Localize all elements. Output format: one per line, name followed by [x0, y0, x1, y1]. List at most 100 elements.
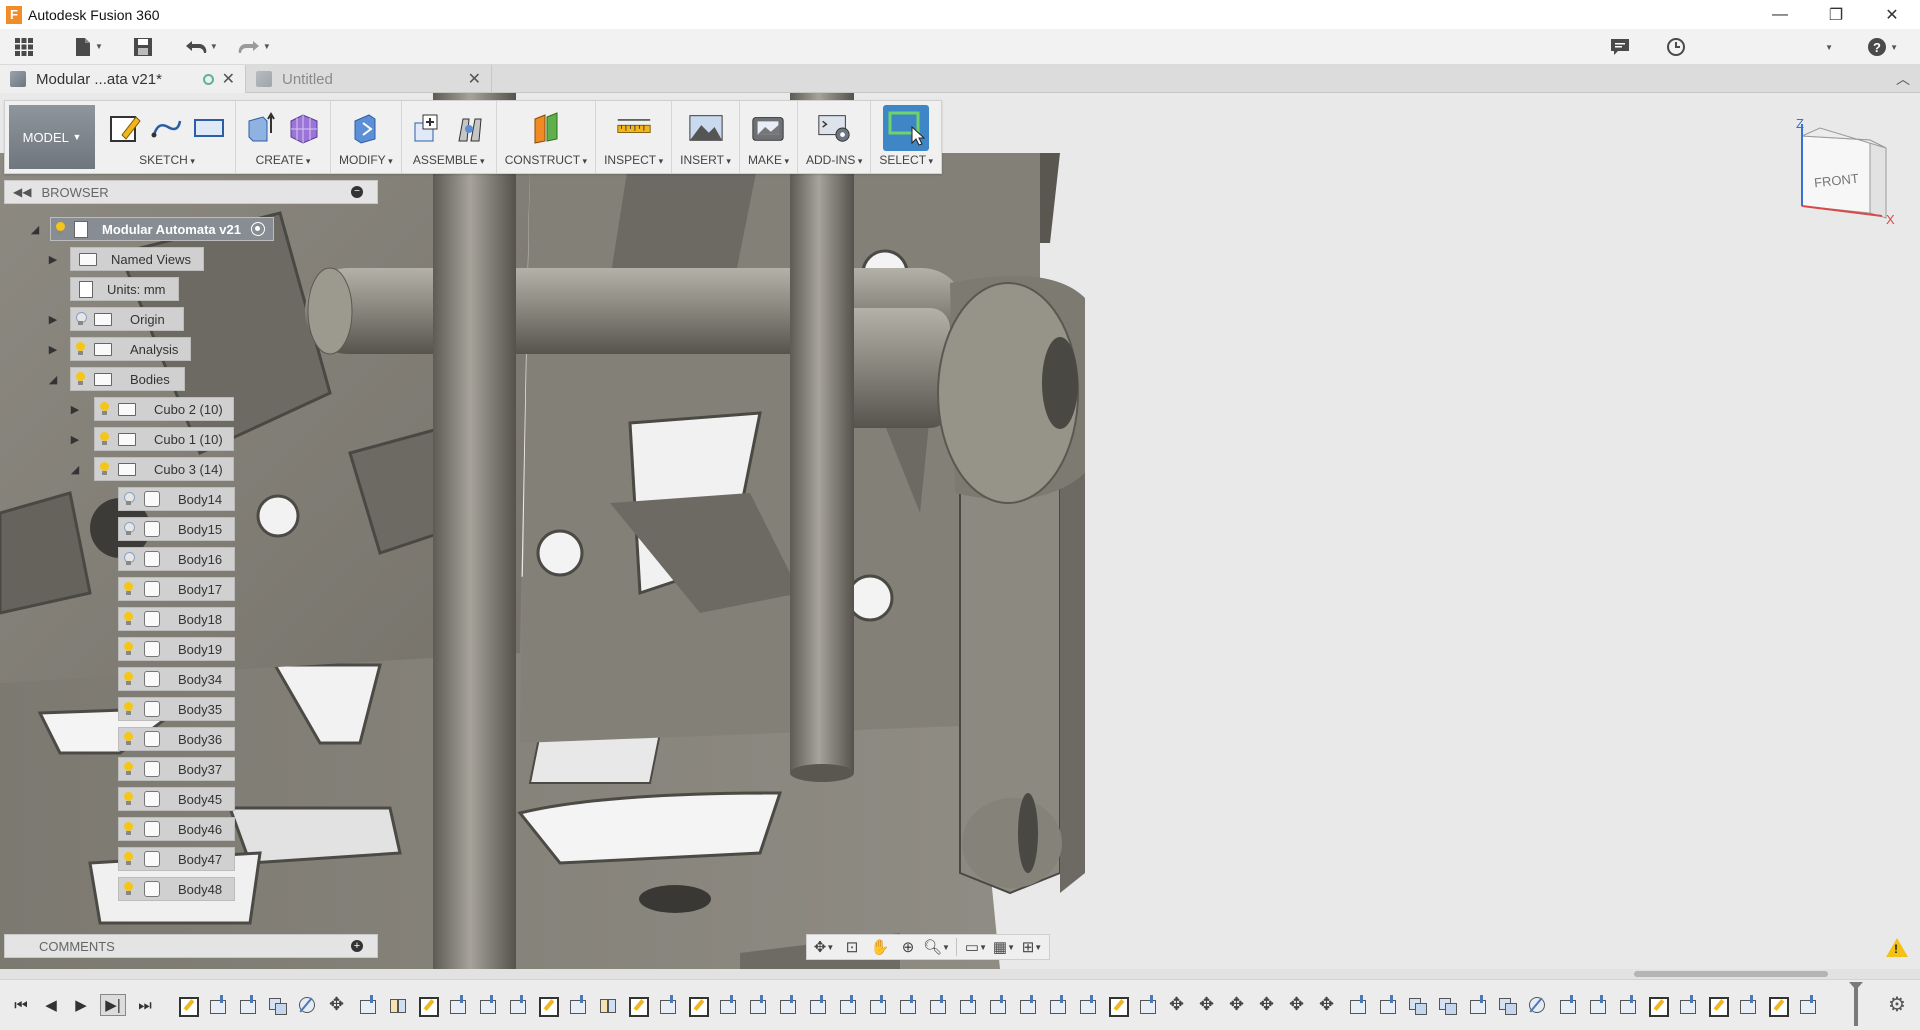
sketch-group[interactable]: SKETCH	[99, 101, 236, 173]
joint-icon[interactable]	[452, 110, 488, 146]
timeline-extrude-icon[interactable]	[356, 994, 380, 1016]
inspect-menu-label[interactable]: INSPECT	[604, 153, 663, 167]
tree-item-bodies[interactable]: ◢ Bodies	[46, 366, 185, 392]
visibility-bulb-icon[interactable]	[123, 522, 135, 536]
create-menu-label[interactable]: CREATE	[256, 153, 311, 167]
visibility-bulb-icon[interactable]	[123, 582, 134, 596]
visibility-bulb-icon[interactable]	[55, 222, 66, 236]
select-menu-label[interactable]: SELECT	[879, 153, 933, 167]
timeline-split-icon[interactable]	[296, 994, 320, 1016]
step-back-button[interactable]: ◀	[38, 994, 64, 1016]
tree-item-units[interactable]: Units: mm	[70, 276, 179, 302]
collapsed-icon[interactable]: ▶	[46, 343, 60, 356]
pan-button[interactable]: ✋	[867, 936, 893, 958]
tree-item-body[interactable]: Body47	[118, 846, 236, 872]
create-group[interactable]: CREATE	[236, 101, 331, 173]
timeline-sketch-icon[interactable]	[1766, 994, 1790, 1017]
assemble-menu-label[interactable]: ASSEMBLE	[413, 153, 485, 167]
expanded-icon[interactable]: ◢	[68, 463, 82, 476]
visibility-bulb-icon[interactable]	[75, 312, 87, 326]
add-ins-group[interactable]: ADD-INS	[798, 101, 872, 173]
fit-button[interactable]: 🔍︎ ▼	[923, 936, 950, 958]
timeline-extrude-icon[interactable]	[776, 994, 800, 1016]
visibility-bulb-icon[interactable]	[123, 672, 134, 686]
insert-menu-label[interactable]: INSERT	[680, 153, 731, 167]
tree-item-body[interactable]: Body19	[118, 636, 236, 662]
timeline-extrude-icon[interactable]	[896, 994, 920, 1016]
tree-item-body[interactable]: Body45	[118, 786, 236, 812]
tree-item-body[interactable]: Body16	[118, 546, 236, 572]
timeline-extrude-icon[interactable]	[1016, 994, 1040, 1016]
zoom-button[interactable]: ⊕	[895, 936, 921, 958]
timeline-combine-icon[interactable]	[1436, 994, 1460, 1016]
visibility-bulb-icon[interactable]	[123, 702, 134, 716]
timeline-sketch-icon[interactable]	[416, 994, 440, 1017]
timeline-combine-icon[interactable]	[266, 994, 290, 1016]
timeline-extrude-icon[interactable]	[926, 994, 950, 1016]
construct-group[interactable]: CONSTRUCT	[497, 101, 597, 173]
step-forward-button[interactable]: ▶|	[100, 994, 126, 1016]
timeline-move-icon[interactable]	[1196, 994, 1220, 1016]
make-menu-label[interactable]: MAKE	[748, 153, 789, 167]
warning-icon[interactable]: !	[1886, 938, 1908, 957]
timeline-extrude-icon[interactable]	[206, 994, 230, 1016]
collapsed-icon[interactable]: ▶	[68, 433, 82, 446]
visibility-bulb-icon[interactable]	[123, 882, 134, 896]
expanded-icon[interactable]: ◢	[46, 373, 60, 386]
data-panel-button[interactable]	[6, 33, 42, 61]
visibility-bulb-icon[interactable]	[123, 762, 134, 776]
tree-item-body[interactable]: Body18	[118, 606, 236, 632]
visibility-bulb-icon[interactable]	[99, 432, 110, 446]
timeline-extrude-icon[interactable]	[1586, 994, 1610, 1016]
close-tab-icon[interactable]: ✕	[468, 69, 481, 89]
construct-menu-label[interactable]: CONSTRUCT	[505, 153, 587, 167]
visibility-bulb-icon[interactable]	[99, 402, 110, 416]
notification-button[interactable]	[1602, 33, 1638, 61]
timeline-sketch-icon[interactable]	[536, 994, 560, 1017]
redo-button[interactable]: ▼	[230, 33, 279, 61]
minimize-panel-icon[interactable]: −	[351, 186, 363, 198]
timeline-extrude-icon[interactable]	[986, 994, 1010, 1016]
display-settings-button[interactable]: ▭ ▼	[963, 936, 989, 958]
visibility-bulb-icon[interactable]	[123, 492, 135, 506]
tree-item-body[interactable]: Body15	[118, 516, 236, 542]
visibility-bulb-icon[interactable]	[123, 792, 134, 806]
timeline-extrude-icon[interactable]	[1616, 994, 1640, 1016]
form-icon[interactable]	[286, 110, 322, 146]
sketch-rectangle-icon[interactable]	[191, 110, 227, 146]
sketch-spline-icon[interactable]	[149, 110, 185, 146]
timeline-extrude-icon[interactable]	[476, 994, 500, 1016]
timeline-extrude-icon[interactable]	[1046, 994, 1070, 1016]
visibility-bulb-icon[interactable]	[75, 342, 86, 356]
modify-menu-label[interactable]: MODIFY	[339, 153, 393, 167]
inspect-group[interactable]: INSPECT	[596, 101, 673, 173]
3d-print-icon[interactable]	[750, 110, 786, 146]
timeline-split-icon[interactable]	[1526, 994, 1550, 1016]
timeline-extrude-icon[interactable]	[1676, 994, 1700, 1016]
timeline-extrude-icon[interactable]	[1346, 994, 1370, 1016]
select-icon[interactable]	[883, 105, 930, 151]
collapsed-icon[interactable]: ▶	[68, 403, 82, 416]
tree-item-body[interactable]: Body14	[118, 486, 236, 512]
tree-item-body[interactable]: Body46	[118, 816, 236, 842]
tree-item-origin[interactable]: ▶ Origin	[46, 306, 184, 332]
gear-icon[interactable]: ⚙	[1888, 992, 1906, 1017]
tree-item-body[interactable]: Body37	[118, 756, 236, 782]
file-menu-button[interactable]: ▼	[66, 33, 111, 61]
tree-root[interactable]: ◢ Modular Automata v21	[28, 216, 274, 242]
activate-radio-icon[interactable]	[250, 222, 265, 236]
new-component-icon[interactable]	[410, 110, 446, 146]
viewports-button[interactable]: ⊞ ▼	[1019, 936, 1045, 958]
tree-item-body[interactable]: Body35	[118, 696, 236, 722]
minimize-button[interactable]: —	[1752, 0, 1808, 29]
timeline-extrude-icon[interactable]	[806, 994, 830, 1016]
timeline-sketch-icon[interactable]	[1706, 994, 1730, 1017]
collapse-panel-icon[interactable]: ◀◀	[13, 185, 31, 199]
visibility-bulb-icon[interactable]	[123, 642, 134, 656]
timeline-scrollbar[interactable]	[0, 969, 1920, 979]
timeline-extrude-icon[interactable]	[1736, 994, 1760, 1016]
collapsed-icon[interactable]: ▶	[46, 313, 60, 326]
restore-button[interactable]: ❐	[1808, 0, 1864, 29]
timeline-extrude-icon[interactable]	[506, 994, 530, 1016]
timeline-move-icon[interactable]	[1286, 994, 1310, 1016]
